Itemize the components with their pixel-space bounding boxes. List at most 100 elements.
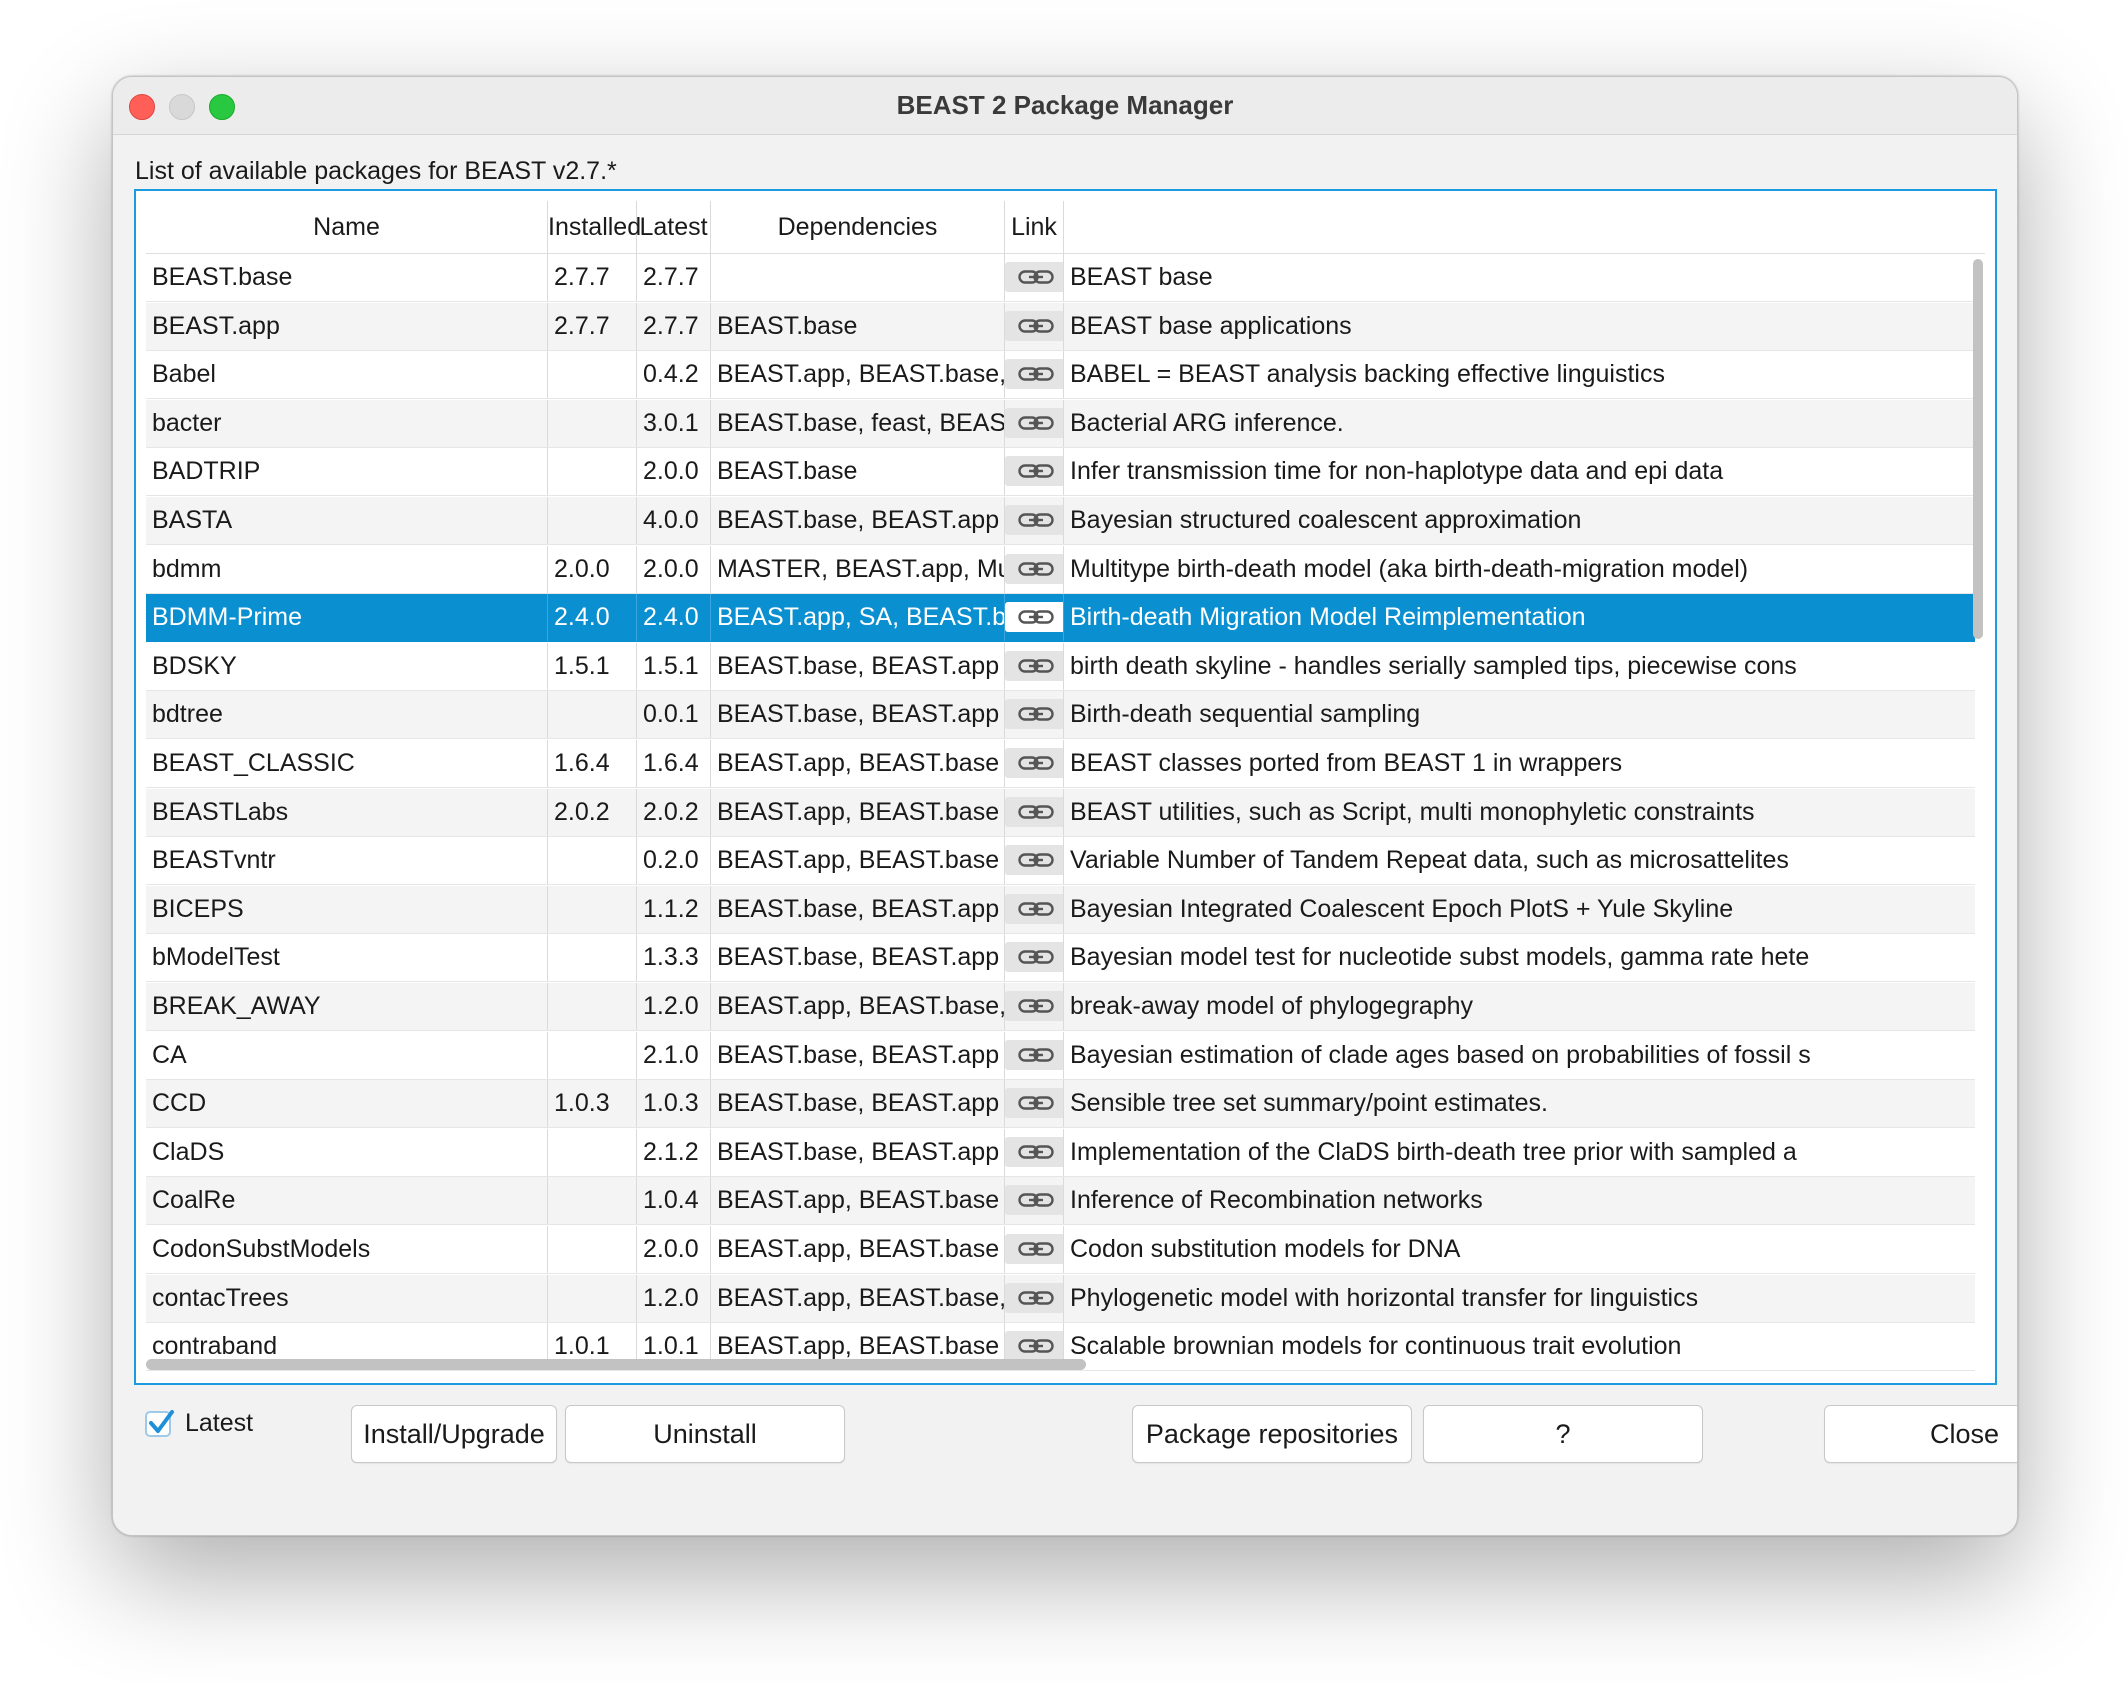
table-row[interactable]: bacter 3.0.1BEAST.base, feast, BEAST.app B… [146, 400, 1975, 448]
package-link-cell[interactable] [1005, 254, 1064, 301]
package-name: CoalRe [146, 1177, 548, 1224]
installed-version [548, 837, 637, 884]
installed-version [548, 886, 637, 933]
package-link-cell[interactable] [1005, 643, 1064, 690]
table-row[interactable]: BREAK_AWAY 1.2.0BEAST.app, BEAST.base, BE… [146, 983, 1975, 1031]
package-link-cell[interactable] [1005, 740, 1064, 787]
table-row[interactable]: BDSKY 1.5.1 1.5.1 BEAST.base, BEAST.app birt… [146, 643, 1975, 691]
installed-version: 2.0.2 [548, 789, 637, 836]
package-link-cell[interactable] [1005, 546, 1064, 593]
help-button[interactable]: ? [1423, 1405, 1703, 1463]
table-row[interactable]: CoalRe 1.0.4 BEAST.app, BEAST.base Inferenc… [146, 1177, 1975, 1225]
link-icon[interactable] [1005, 1040, 1063, 1070]
link-icon[interactable] [1005, 1137, 1063, 1167]
package-link-cell[interactable] [1005, 691, 1064, 738]
package-name: BEASTLabs [146, 789, 548, 836]
package-link-cell[interactable] [1005, 594, 1064, 641]
package-link-cell[interactable] [1005, 448, 1064, 495]
link-icon[interactable] [1005, 359, 1063, 389]
link-icon[interactable] [1005, 1234, 1063, 1264]
link-column-header[interactable]: Link [1005, 201, 1064, 253]
table-row[interactable]: CodonSubstModels 2.0.0 BEAST.app, BEAST.ba… [146, 1226, 1975, 1274]
package-link-cell[interactable] [1005, 837, 1064, 884]
link-icon[interactable] [1005, 1088, 1063, 1118]
installed-version: 2.0.0 [548, 546, 637, 593]
link-icon[interactable] [1005, 408, 1063, 438]
table-row[interactable]: BADTRIP 2.0.0 BEAST.base Infer transmission… [146, 448, 1975, 496]
table-row[interactable]: BASTA 4.0.0 BEAST.base, BEAST.app Bayesian … [146, 497, 1975, 545]
link-icon[interactable] [1005, 942, 1063, 972]
table-row[interactable]: ClaDS 2.1.2 BEAST.base, BEAST.app Implement… [146, 1129, 1975, 1177]
link-icon[interactable] [1005, 1283, 1063, 1313]
table-row[interactable]: BEAST.app 2.7.7 2.7.7 BEAST.base BEAST base … [146, 303, 1975, 351]
table-row[interactable]: CCD 1.0.3 1.0.3 BEAST.base, BEAST.app Sensib… [146, 1080, 1975, 1128]
package-link-cell[interactable] [1005, 1177, 1064, 1224]
table-row[interactable]: CA 2.1.0 BEAST.base, BEAST.app Bayesian est… [146, 1032, 1975, 1080]
name-column-header[interactable]: Name [146, 201, 548, 253]
link-icon[interactable] [1005, 1331, 1063, 1361]
vertical-scrollbar[interactable] [1973, 259, 1983, 639]
link-icon[interactable] [1005, 554, 1063, 584]
table-row[interactable]: BEASTvntr 0.2.0 BEAST.app, BEAST.base Varia… [146, 837, 1975, 885]
package-repositories-button[interactable]: Package repositories [1132, 1405, 1412, 1463]
description-column-header[interactable] [1064, 201, 1985, 253]
latest-column-header[interactable]: Latest [637, 201, 711, 253]
package-link-cell[interactable] [1005, 886, 1064, 933]
latest-checkbox-label: Latest [185, 1409, 254, 1437]
link-icon[interactable] [1005, 505, 1063, 535]
link-icon[interactable] [1005, 699, 1063, 729]
package-link-cell[interactable] [1005, 1129, 1064, 1176]
package-link-cell[interactable] [1005, 497, 1064, 544]
link-icon[interactable] [1005, 991, 1063, 1021]
package-dependencies: BEAST.base, BEAST.app [711, 1129, 1005, 1176]
link-icon[interactable] [1005, 1185, 1063, 1215]
package-link-cell[interactable] [1005, 1032, 1064, 1079]
horizontal-scrollbar[interactable] [146, 1359, 1086, 1370]
package-link-cell[interactable] [1005, 1080, 1064, 1127]
package-description: Bayesian Integrated Coalescent Epoch Plo… [1070, 895, 1734, 923]
table-row[interactable]: bdtree 0.0.1 BEAST.base, BEAST.app Birth-de… [146, 691, 1975, 739]
table-row[interactable]: contacTrees 1.2.0BEAST.app, BEAST.base, f… [146, 1275, 1975, 1323]
link-icon[interactable] [1005, 797, 1063, 827]
link-icon[interactable] [1005, 602, 1063, 632]
dependencies-column-header[interactable]: Dependencies [711, 201, 1005, 253]
link-icon[interactable] [1005, 311, 1063, 341]
package-dependencies: BEAST.base [711, 303, 1005, 350]
link-icon[interactable] [1005, 845, 1063, 875]
table-row[interactable]: BEAST_CLASSIC 1.6.4 1.6.4 BEAST.app, BEAST.… [146, 740, 1975, 788]
link-icon[interactable] [1005, 262, 1063, 292]
table-row[interactable]: BEAST.base 2.7.7 2.7.7 BEAST base [146, 254, 1975, 302]
table-row[interactable]: Babel 0.4.2BEAST.app, BEAST.base, BEAST… B… [146, 351, 1975, 399]
table-row[interactable]: bdmm2.0.02.0.0MASTER, BEAST.app, MultiTy… [146, 546, 1975, 594]
package-table[interactable]: Name Installed Latest Dependencies Link BEAS… [134, 189, 1997, 1385]
latest-version: 2.1.2 [637, 1129, 711, 1176]
package-description: BEAST utilities, such as Script, multi m… [1070, 798, 1755, 826]
package-link-cell[interactable] [1005, 1226, 1064, 1273]
table-row[interactable]: BEASTLabs 2.0.2 2.0.2 BEAST.app, BEAST.base… [146, 789, 1975, 837]
latest-version: 2.4.0 [637, 594, 711, 641]
close-button[interactable]: Close [1824, 1405, 2017, 1463]
link-icon[interactable] [1005, 456, 1063, 486]
package-dependencies: MASTER, BEAST.app, MultiType… [711, 546, 1005, 593]
latest-version: 3.0.1 [637, 400, 711, 447]
package-link-cell[interactable] [1005, 1275, 1064, 1322]
link-icon[interactable] [1005, 651, 1063, 681]
package-link-cell[interactable] [1005, 934, 1064, 981]
table-row[interactable]: bModelTest 1.3.3 BEAST.base, BEAST.app Baye… [146, 934, 1975, 982]
package-link-cell[interactable] [1005, 351, 1064, 398]
table-row[interactable]: BDMM-Prime 2.4.0 2.4.0 BEAST.app, SA, BEAST… [146, 594, 1975, 642]
link-icon[interactable] [1005, 894, 1063, 924]
installed-version [548, 497, 637, 544]
package-link-cell[interactable] [1005, 303, 1064, 350]
install-upgrade-button[interactable]: Install/Upgrade [351, 1405, 557, 1463]
package-name: BEASTvntr [146, 837, 548, 884]
table-row[interactable]: BICEPS 1.1.2 BEAST.base, BEAST.app Bayesian… [146, 886, 1975, 934]
installed-column-header[interactable]: Installed [548, 201, 641, 253]
package-link-cell[interactable] [1005, 400, 1064, 447]
package-link-cell[interactable] [1005, 789, 1064, 836]
package-name: bacter [146, 400, 548, 447]
link-icon[interactable] [1005, 748, 1063, 778]
latest-checkbox[interactable] [145, 1410, 174, 1437]
package-link-cell[interactable] [1005, 983, 1064, 1030]
uninstall-button[interactable]: Uninstall [565, 1405, 845, 1463]
